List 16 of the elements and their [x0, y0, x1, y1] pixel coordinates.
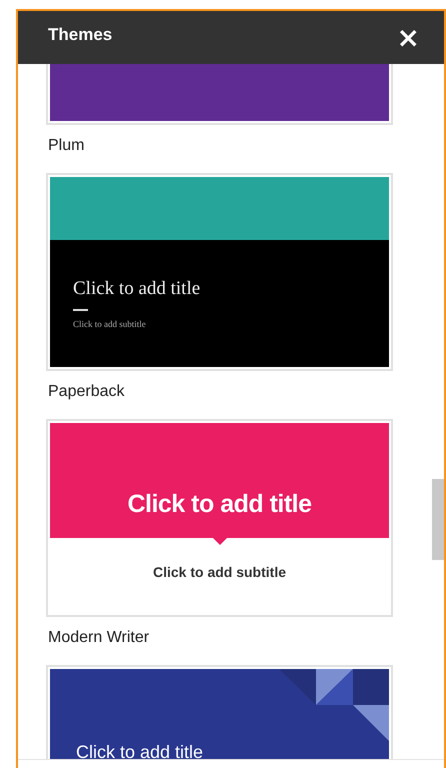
close-button[interactable]: ×: [392, 24, 424, 52]
theme-card[interactable]: Click to add title: [46, 665, 393, 759]
slide-title: Click to add title: [76, 742, 204, 759]
slide-title: Click to add title: [73, 278, 200, 300]
theme-name: Modern Writer: [48, 629, 150, 646]
pointer-icon: [212, 538, 226, 545]
slide-subtitle: Click to add subtitle: [152, 564, 286, 580]
theme-card[interactable]: Click to add title Click to add subtitle: [46, 173, 393, 371]
scrollbar-thumb[interactable]: [432, 479, 444, 560]
panel-title: Themes: [48, 24, 112, 44]
slide-title: Click to add title: [127, 490, 312, 519]
slide-subtitle: Click to add subtitle: [73, 319, 146, 329]
title-rule: [73, 309, 88, 311]
theme-name: Plum: [48, 137, 84, 154]
theme-card[interactable]: Click to add title Click to add subtitle: [46, 419, 393, 617]
theme-name: Paperback: [48, 383, 124, 400]
